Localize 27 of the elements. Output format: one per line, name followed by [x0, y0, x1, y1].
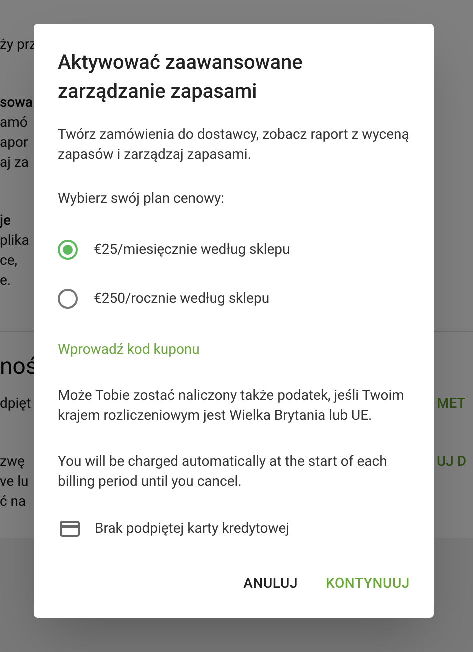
- body-text: ć na: [0, 493, 26, 512]
- body-text: aj za: [0, 154, 29, 173]
- tax-note: Może Tobie zostać naliczony także podatek, jeśli Twoim krajem rozliczeniowym jest Wielka Brytania lub UE.: [58, 387, 406, 426]
- credit-card-icon: [60, 521, 80, 537]
- radio-button[interactable]: [58, 240, 78, 260]
- coupon-link[interactable]: Wprowadź kod kuponu: [58, 340, 200, 360]
- block-title: sowa: [0, 94, 34, 113]
- dialog-title: Aktywować zaawansowane zarządzanie zapasami: [58, 49, 304, 105]
- action-button[interactable]: UJ D: [437, 452, 473, 472]
- body-text: dpięt: [0, 395, 32, 414]
- billing-note: You will be charged automatically at the start of each billing period until you cancel.: [58, 453, 388, 492]
- dialog-button[interactable]: KONTYNUUJ: [318, 566, 418, 602]
- radio-button[interactable]: [58, 288, 78, 308]
- body-text: ce,: [0, 252, 18, 271]
- dialog-button[interactable]: ANULUJ: [236, 566, 306, 602]
- plan-label: €25/miesięcznie według sklepu: [94, 240, 290, 260]
- body-text: e.: [0, 272, 12, 291]
- body-text: ve lu: [0, 473, 29, 492]
- plan-prompt: Wybierz swój plan cenowy:: [58, 190, 226, 209]
- action-button[interactable]: MET: [437, 394, 473, 414]
- body-text: plika: [0, 232, 30, 251]
- description-text: Twórz zamówienia do dostawcy, zobacz raport z wyceną zapasów i zarządzaj zapasami.: [58, 126, 410, 165]
- body-text: zwę: [0, 453, 25, 472]
- body-text: apor: [0, 134, 28, 153]
- body-text: amó: [0, 114, 28, 133]
- card-status: Brak podpiętej karty kredytowej: [95, 520, 290, 539]
- plan-label: €250/rocznie według sklepu: [94, 290, 270, 308]
